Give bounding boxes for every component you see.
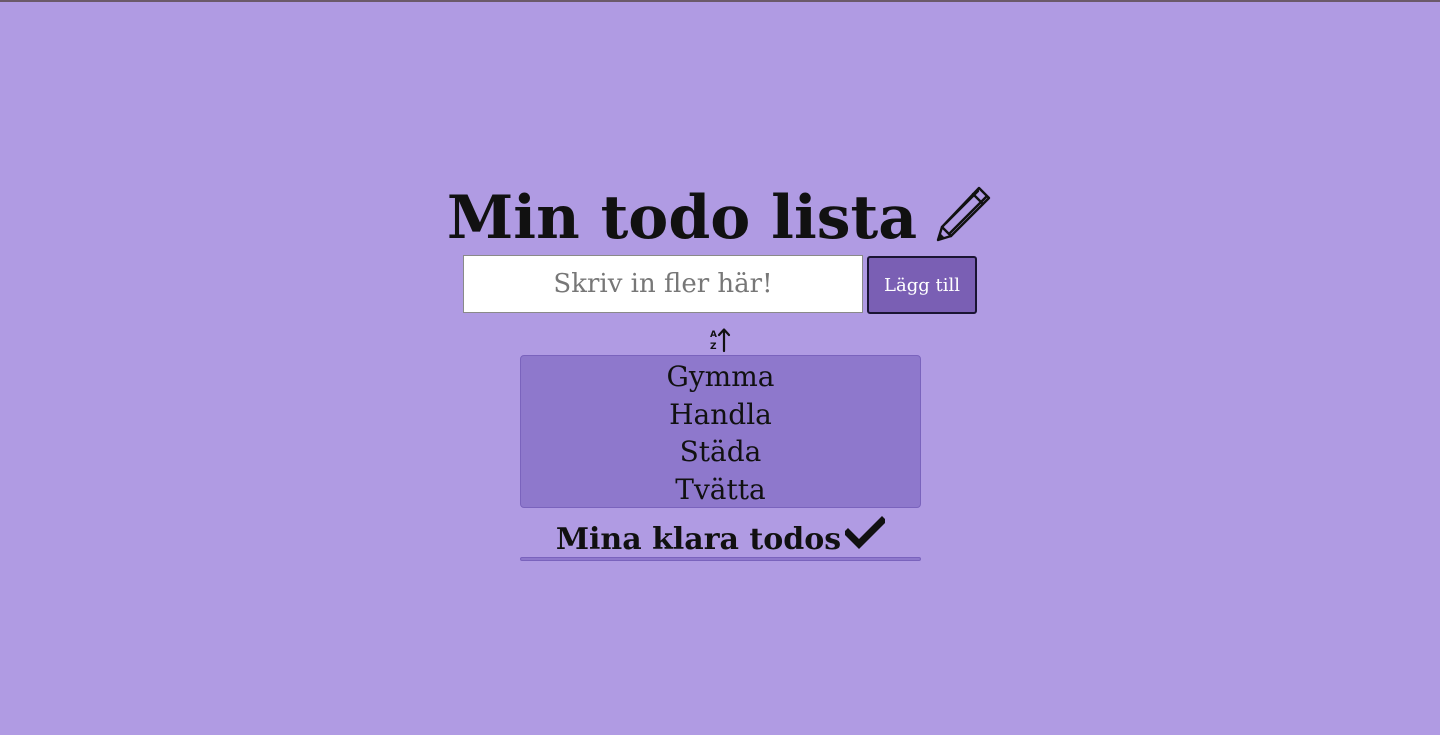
- todo-app: Min todo lista Lägg till A Z Gymma Handl…: [0, 2, 1440, 735]
- done-list: [520, 557, 921, 561]
- done-title: Mina klara todos: [555, 522, 842, 557]
- todo-item[interactable]: Städa: [521, 433, 920, 471]
- checkmark-icon: [845, 516, 886, 549]
- todo-input[interactable]: [463, 255, 863, 313]
- page-title: Min todo lista: [446, 183, 918, 253]
- sort-alpha-ascending-icon: A Z: [710, 328, 731, 353]
- todo-item[interactable]: Handla: [521, 396, 920, 434]
- pencil-icon: [936, 186, 991, 242]
- todo-item[interactable]: Gymma: [521, 358, 920, 396]
- done-header: Mina klara todos: [520, 514, 921, 560]
- todo-list: Gymma Handla Städa Tvätta: [520, 355, 921, 508]
- sort-glyph-a: A: [710, 330, 717, 340]
- add-button[interactable]: Lägg till: [867, 256, 977, 314]
- sort-button[interactable]: A Z: [705, 327, 735, 353]
- sort-glyph-z: Z: [710, 342, 717, 352]
- todo-item[interactable]: Tvätta: [521, 471, 920, 509]
- title-row: Min todo lista: [0, 182, 1440, 254]
- add-todo-form: Lägg till: [463, 255, 983, 315]
